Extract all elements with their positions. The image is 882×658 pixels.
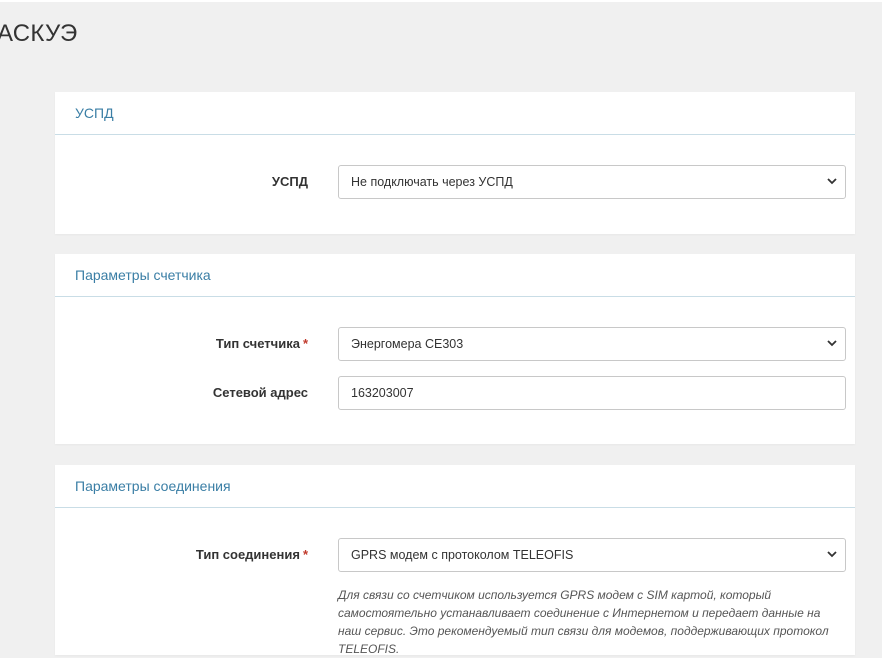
chevron-down-icon	[827, 539, 837, 571]
page-title: АСКУЭ	[0, 20, 78, 47]
network-address-row: Сетевой адрес 163203007	[55, 376, 855, 410]
meter-type-value: Энергомера СЕ303	[351, 337, 464, 351]
uspd-select[interactable]: Не подключать через УСПД	[338, 165, 846, 199]
connection-type-select[interactable]: GPRS модем с протоколом TELEOFIS	[338, 538, 846, 572]
network-address-label: Сетевой адрес	[212, 385, 308, 400]
meter-type-select[interactable]: Энергомера СЕ303	[338, 327, 846, 361]
uspd-panel: УСПД УСПД Не подключать через УСПД	[55, 92, 855, 234]
connection-panel-title: Параметры соединения	[55, 465, 855, 508]
connection-type-value: GPRS модем с протоколом TELEOFIS	[351, 548, 574, 562]
meter-type-label: Тип счетчика *	[215, 336, 308, 351]
top-border	[0, 0, 882, 2]
connection-type-label: Тип соединения *	[195, 547, 308, 562]
meter-panel: Параметры счетчика Тип счетчика * Энергом…	[55, 254, 855, 444]
meter-type-row: Тип счетчика * Энергомера СЕ303	[55, 327, 855, 361]
uspd-label: УСПД	[271, 174, 308, 189]
uspd-panel-title: УСПД	[55, 92, 855, 135]
network-address-input[interactable]: 163203007	[338, 376, 846, 410]
uspd-select-value: Не подключать через УСПД	[351, 175, 513, 189]
meter-panel-title: Параметры счетчика	[55, 254, 855, 297]
uspd-row: УСПД Не подключать через УСПД	[55, 165, 855, 199]
connection-type-row: Тип соединения * GPRS модем с протоколом …	[55, 538, 855, 656]
required-marker: *	[302, 547, 308, 562]
network-address-value: 163203007	[351, 386, 414, 400]
connection-panel: Параметры соединения Тип соединения * GPR…	[55, 465, 855, 656]
required-marker: *	[302, 336, 308, 351]
chevron-down-icon	[827, 166, 837, 198]
connection-help-text: Для связи со счетчиком используется GPRS…	[338, 588, 829, 656]
chevron-down-icon	[827, 328, 837, 360]
